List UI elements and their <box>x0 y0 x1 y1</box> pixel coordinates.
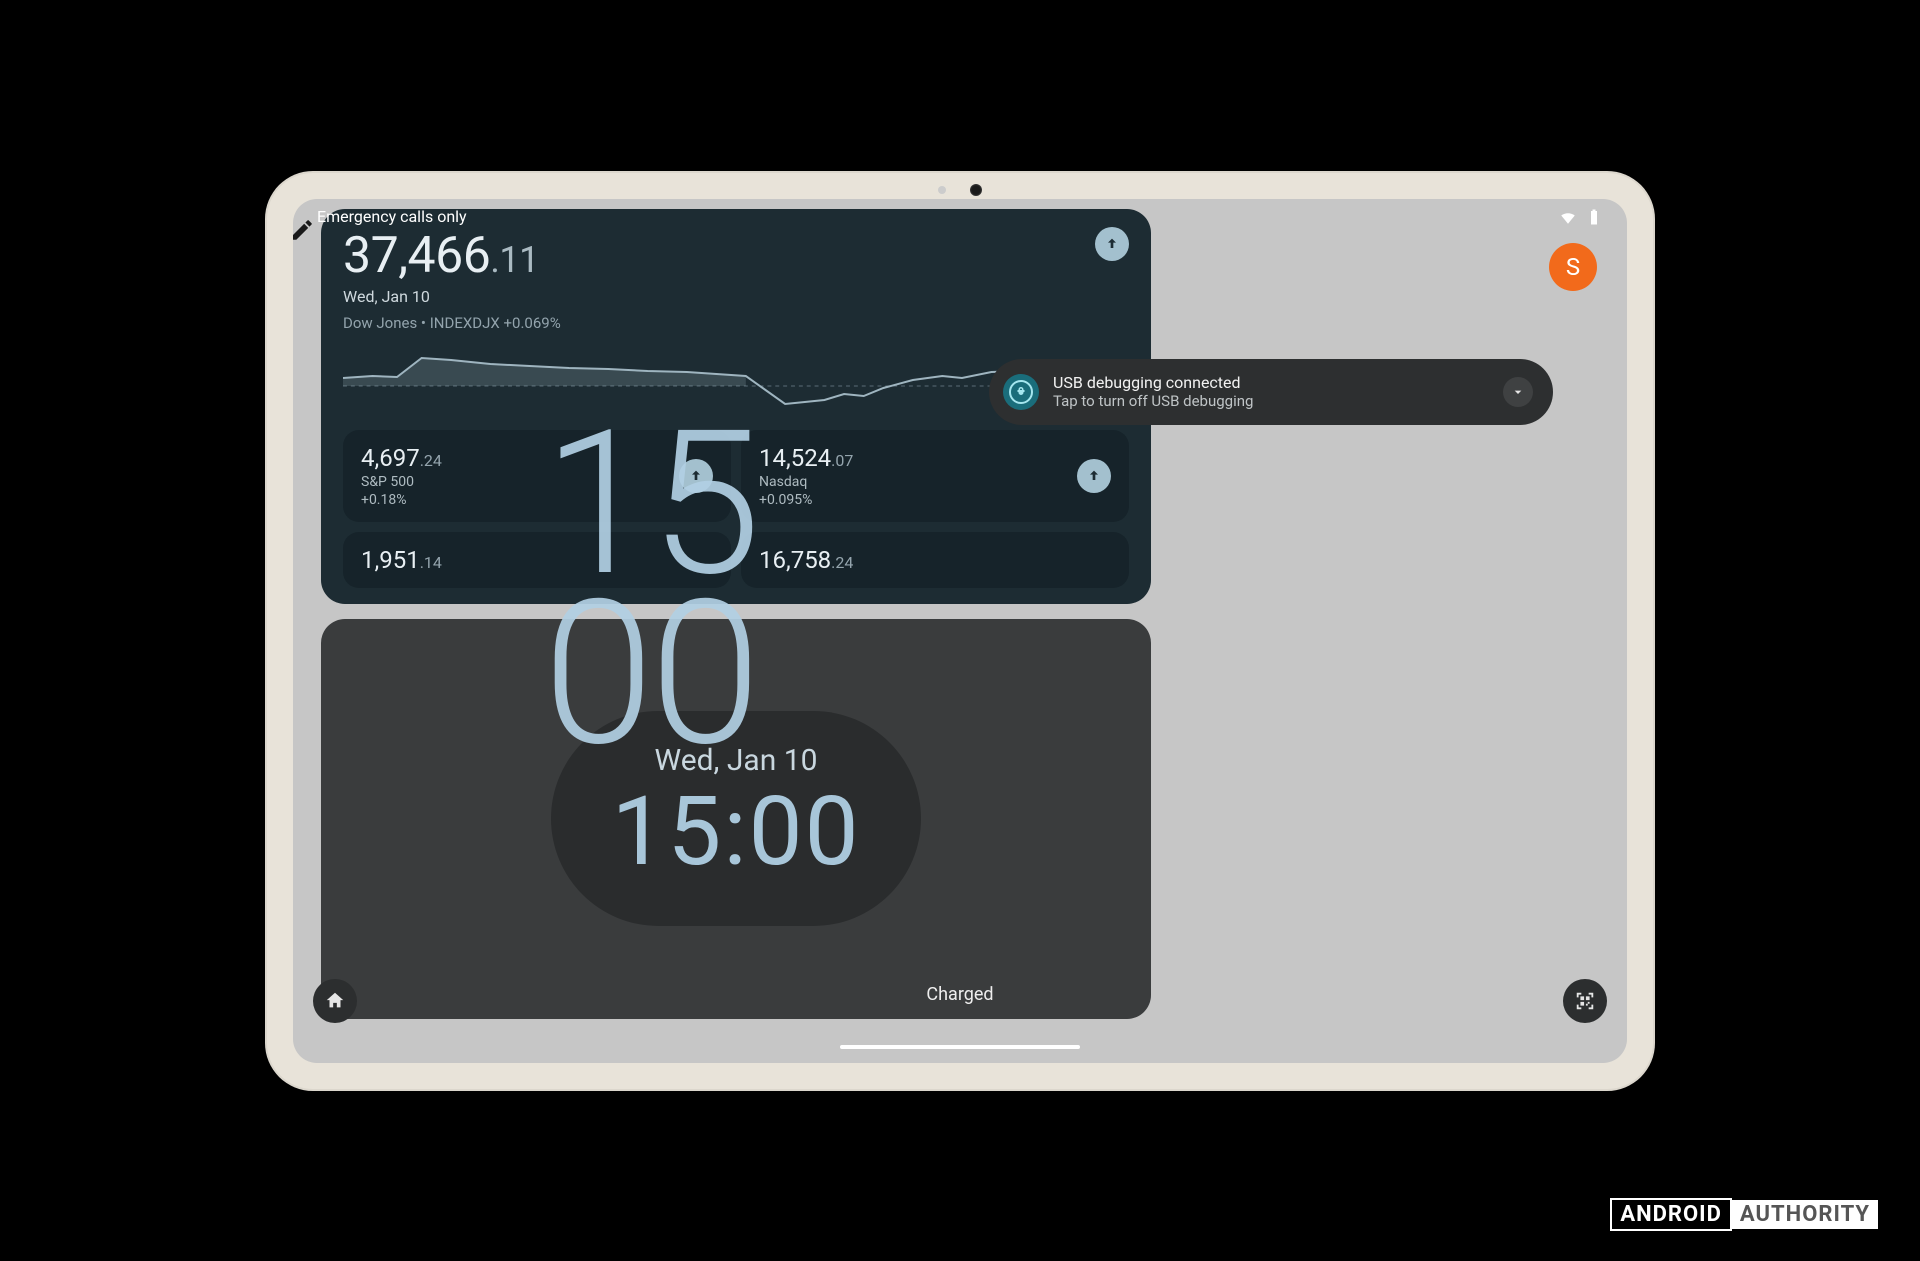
status-bar: Emergency calls only <box>293 199 1627 235</box>
gesture-bar[interactable] <box>840 1045 1080 1049</box>
stock-name: Nasdaq <box>759 474 853 490</box>
clock-pill: Wed, Jan 10 15:00 <box>551 711 920 926</box>
usb-debug-icon <box>1003 374 1039 410</box>
stocks-date: Wed, Jan 10 <box>343 287 561 306</box>
camera-dot <box>970 184 982 196</box>
clock-widget-date: Wed, Jan 10 <box>611 743 860 778</box>
notification-subtitle: Tap to turn off USB debugging <box>1053 392 1489 410</box>
user-avatar[interactable]: S <box>1549 243 1597 291</box>
stock-dec: .24 <box>420 451 442 470</box>
stock-change: +0.095% <box>759 492 853 508</box>
stock-card-3[interactable]: 1,951.14 <box>343 532 731 588</box>
stock-whole: 14,524 <box>759 444 831 472</box>
stock-whole: 4,697 <box>361 444 420 472</box>
stock-whole: 1,951 <box>361 546 420 574</box>
notification-title: USB debugging connected <box>1053 373 1489 392</box>
device-frame: Emergency calls only 37,466.11 Wed, Jan … <box>265 171 1655 1091</box>
watermark-part-a: ANDROID <box>1610 1198 1732 1231</box>
stock-card-sp500[interactable]: 4,697.24 S&P 500 +0.18% <box>343 430 731 522</box>
battery-icon <box>1585 208 1603 226</box>
stocks-main-whole: 37,466 <box>343 227 490 285</box>
wifi-icon <box>1559 208 1577 226</box>
chevron-down-icon[interactable] <box>1503 377 1533 407</box>
stock-dec: .07 <box>831 451 853 470</box>
widget-clock[interactable]: Wed, Jan 10 15:00 <box>321 619 1151 1019</box>
device-camera-bar <box>265 181 1655 199</box>
stock-dec: .24 <box>831 553 853 572</box>
screen: Emergency calls only 37,466.11 Wed, Jan … <box>293 199 1627 1063</box>
stock-dec: .14 <box>420 553 442 572</box>
stocks-main-value: 37,466.11 <box>343 227 561 285</box>
home-button[interactable] <box>313 979 357 1023</box>
notification-usb-debugging[interactable]: USB debugging connected Tap to turn off … <box>989 359 1553 425</box>
stock-name: S&P 500 <box>361 474 442 490</box>
stocks-meta: Dow Jones • INDEXDJX +0.069% <box>343 314 561 332</box>
stocks-grid: 4,697.24 S&P 500 +0.18% 14,524.07 Nasdaq… <box>343 430 1129 588</box>
qr-scan-button[interactable] <box>1563 979 1607 1023</box>
status-left-text: Emergency calls only <box>317 207 467 226</box>
stock-whole: 16,758 <box>759 546 831 574</box>
status-right <box>1559 208 1603 226</box>
clock-widget-time: 15:00 <box>611 784 860 880</box>
sensor-dot <box>938 186 946 194</box>
watermark-part-b: AUTHORITY <box>1732 1200 1878 1229</box>
watermark: ANDROIDAUTHORITY <box>1610 1198 1878 1231</box>
stock-card-nasdaq[interactable]: 14,524.07 Nasdaq +0.095% <box>741 430 1129 522</box>
trend-up-icon <box>679 459 713 493</box>
stocks-main-dec: .11 <box>490 239 538 281</box>
stock-card-4[interactable]: 16,758.24 <box>741 532 1129 588</box>
avatar-letter: S <box>1566 253 1580 281</box>
stock-change: +0.18% <box>361 492 442 508</box>
trend-up-icon <box>1077 459 1111 493</box>
